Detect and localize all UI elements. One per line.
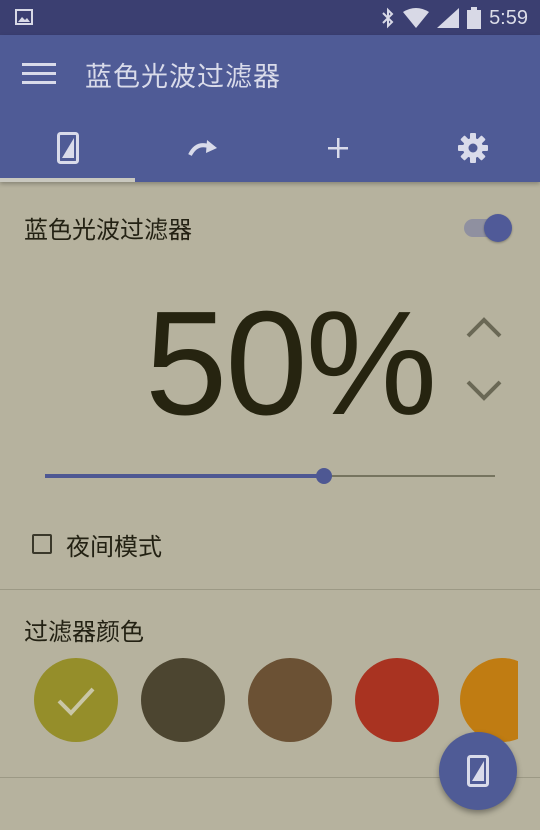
intensity-percent: 50% — [145, 281, 437, 446]
status-bar: 5:59 — [0, 0, 540, 35]
phone-filter-icon — [56, 131, 79, 164]
signal-icon — [437, 8, 460, 28]
plus-icon — [327, 137, 348, 158]
bluetooth-icon — [382, 7, 394, 29]
night-mode-option[interactable]: 夜间模式 — [32, 527, 162, 561]
increase-button[interactable] — [462, 308, 506, 344]
filter-toggle-label: 蓝色光波过滤器 — [24, 216, 192, 244]
menu-button[interactable] — [22, 63, 56, 87]
filter-toggle-row: 蓝色光波过滤器 — [0, 182, 540, 266]
app-title: 蓝色光波过滤器 — [85, 62, 281, 93]
status-time: 5:59 — [489, 6, 528, 29]
color-swatch[interactable] — [460, 658, 518, 742]
tab-schedule[interactable] — [135, 113, 270, 182]
tab-add[interactable] — [270, 113, 405, 182]
slider-fill — [45, 474, 324, 478]
chevron-up-icon — [466, 317, 502, 338]
app-bar: 蓝色光波过滤器 — [0, 35, 540, 182]
color-swatch[interactable] — [355, 658, 439, 742]
image-notification-icon — [15, 9, 33, 25]
battery-icon — [467, 7, 482, 29]
color-swatch-partial — [460, 658, 518, 742]
redo-icon — [187, 139, 217, 156]
wifi-icon — [403, 8, 430, 28]
intensity-slider[interactable] — [45, 464, 495, 488]
color-swatch[interactable] — [141, 658, 225, 742]
phone-filter-icon — [467, 755, 489, 787]
night-mode-label: 夜间模式 — [66, 532, 162, 561]
divider — [0, 589, 540, 590]
decrease-button[interactable] — [462, 374, 506, 410]
color-swatch[interactable] — [248, 658, 332, 742]
menu-icon — [22, 63, 56, 66]
filter-toggle-switch[interactable] — [464, 214, 514, 244]
slider-thumb[interactable] — [316, 468, 332, 484]
tab-filter[interactable] — [0, 113, 135, 182]
check-icon — [57, 687, 95, 716]
chevron-down-icon — [466, 380, 502, 401]
tab-settings[interactable] — [405, 113, 540, 182]
filter-color-title: 过滤器颜色 — [24, 618, 144, 646]
gear-icon — [457, 132, 488, 163]
tab-bar — [0, 113, 540, 182]
toggle-filter-fab[interactable] — [439, 732, 517, 810]
night-mode-checkbox[interactable] — [32, 534, 52, 554]
color-swatch[interactable] — [34, 658, 118, 742]
